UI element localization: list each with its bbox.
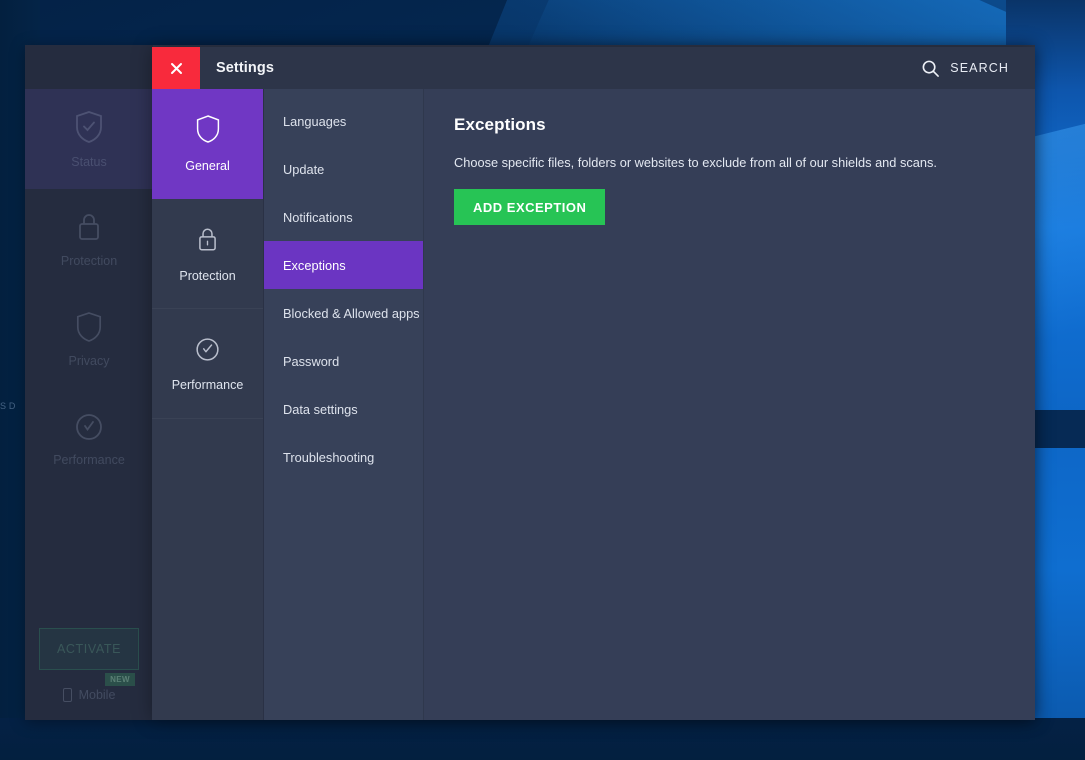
avast-nav-label: Privacy [69,354,110,368]
settings-category-label: General [185,159,229,173]
page-description: Choose specific files, folders or websit… [454,155,1005,170]
subnav-item-password[interactable]: Password [264,337,423,385]
search-button[interactable]: SEARCH [921,47,1035,89]
gauge-icon [194,336,221,366]
subnav-label: Troubleshooting [283,449,374,466]
avast-mobile-label: Mobile [79,688,116,702]
avast-nav-item-performance[interactable]: Performance [25,389,153,489]
avast-nav-label: Status [71,155,106,169]
avast-nav-label: Protection [61,254,117,268]
settings-category-performance[interactable]: Performance [152,309,263,419]
subnav-label: Blocked & Allowed apps [283,305,420,322]
search-icon [921,59,940,78]
settings-subnav: Languages Update Notifications Exception… [264,89,424,720]
avast-sidebar-footer: ACTIVATE NEW Mobile [25,628,153,720]
subnav-label: Update [283,161,324,178]
settings-window-title: Settings [200,47,274,89]
subnav-item-troubleshooting[interactable]: Troubleshooting [264,433,423,481]
subnav-item-exceptions[interactable]: Exceptions [264,241,423,289]
close-button[interactable] [152,47,200,89]
settings-category-label: Protection [179,269,235,283]
subnav-item-data-settings[interactable]: Data settings [264,385,423,433]
settings-category-general[interactable]: General [152,89,263,199]
search-label: SEARCH [950,61,1009,75]
desktop-background: S D Status Protection [0,0,1085,760]
avast-nav-item-privacy[interactable]: Privacy [25,289,153,389]
new-badge: NEW [105,673,135,686]
settings-category-label: Performance [172,378,244,392]
subnav-label: Password [283,353,339,370]
subnav-item-languages[interactable]: Languages [264,97,423,145]
mobile-phone-icon [63,688,72,702]
subnav-item-blocked-allowed-apps[interactable]: Blocked & Allowed apps [264,289,423,337]
gauge-icon [74,412,104,442]
activate-button[interactable]: ACTIVATE [39,628,139,670]
avast-nav-item-status[interactable]: Status [25,89,153,189]
avast-nav-item-protection[interactable]: Protection [25,189,153,289]
subnav-label: Languages [283,113,346,130]
settings-category-protection[interactable]: Protection [152,199,263,309]
category-column-filler [152,419,263,720]
add-exception-button[interactable]: ADD EXCEPTION [454,189,605,225]
lock-icon [195,225,220,257]
settings-content-pane: Exceptions Choose specific files, folder… [424,89,1035,720]
lock-icon [75,211,103,243]
avast-nav-label: Performance [53,453,125,467]
close-icon [169,61,184,76]
subnav-label: Notifications [283,209,353,226]
avast-sidebar: Status Protection Privacy [25,45,153,720]
shield-icon [75,311,103,343]
settings-window: Settings SEARCH General [152,47,1035,720]
avast-sidebar-nav: Status Protection Privacy [25,89,153,489]
avast-nav-item-mobile[interactable]: NEW Mobile [39,688,139,702]
settings-body: General Protection [152,89,1035,720]
subnav-item-notifications[interactable]: Notifications [264,193,423,241]
settings-category-column: General Protection [152,89,264,720]
shield-check-icon [74,110,104,144]
subnav-item-update[interactable]: Update [264,145,423,193]
page-title: Exceptions [454,115,1005,135]
desktop-icon-label: S D [0,400,20,412]
wallpaper-bottom-shadow [0,718,1085,760]
subnav-label: Exceptions [283,257,346,274]
settings-titlebar: Settings SEARCH [152,47,1035,89]
shield-icon [195,114,221,147]
subnav-label: Data settings [283,401,358,418]
